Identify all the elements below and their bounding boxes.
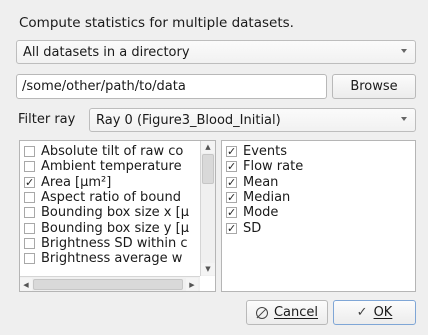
feature-item-label: Bounding box size y [µ bbox=[41, 220, 189, 236]
checkbox[interactable] bbox=[24, 207, 35, 219]
directory-path-value: /some/other/path/to/data bbox=[22, 79, 186, 94]
feature-list-horizontal-thumb[interactable] bbox=[33, 279, 183, 290]
statistic-item-label: Mean bbox=[243, 174, 279, 190]
feature-item-label: Area [µm²] bbox=[41, 174, 112, 190]
checkbox[interactable] bbox=[24, 191, 35, 203]
checkbox[interactable] bbox=[24, 253, 35, 265]
feature-item-label: Aspect ratio of bound bbox=[41, 189, 181, 205]
cancel-button[interactable]: Cancel bbox=[246, 300, 328, 325]
cancel-circle-icon bbox=[255, 306, 268, 319]
feature-item[interactable]: Brightness average w bbox=[24, 251, 182, 266]
checkbox[interactable] bbox=[24, 237, 35, 249]
statistics-list-viewport: EventsFlow rateMeanMedianModeSD bbox=[226, 141, 414, 291]
checkbox[interactable] bbox=[24, 146, 35, 157]
chevron-down-icon bbox=[401, 49, 407, 53]
feature-item-label: Bounding box size x [µ bbox=[41, 205, 189, 221]
dialog-heading: Compute statistics for multiple datasets… bbox=[19, 15, 294, 31]
statistics-list[interactable]: EventsFlow rateMeanMedianModeSD bbox=[221, 140, 416, 292]
scroll-up-arrow-icon[interactable]: ▲ bbox=[201, 141, 215, 153]
statistic-item-label: Events bbox=[243, 144, 288, 159]
checkbox[interactable] bbox=[24, 161, 35, 173]
checkbox[interactable] bbox=[24, 176, 35, 188]
statistic-item[interactable]: Median bbox=[226, 190, 290, 205]
checkbox[interactable] bbox=[24, 222, 35, 234]
statistic-item[interactable]: Mean bbox=[226, 175, 278, 190]
checkbox[interactable] bbox=[226, 176, 237, 188]
browse-button-label: Browse bbox=[350, 79, 398, 94]
checkbox[interactable] bbox=[226, 222, 237, 234]
checkbox[interactable] bbox=[226, 207, 237, 219]
scroll-left-arrow-icon[interactable]: ◀ bbox=[20, 278, 32, 291]
scroll-right-arrow-icon[interactable]: ▶ bbox=[186, 278, 198, 291]
filter-ray-label: Filter ray bbox=[18, 112, 76, 127]
statistic-item[interactable]: Flow rate bbox=[226, 159, 303, 174]
checkbox[interactable] bbox=[226, 191, 237, 203]
dataset-source-select[interactable]: All datasets in a directory bbox=[16, 40, 416, 64]
cancel-button-label: Cancel bbox=[273, 305, 319, 320]
checkbox[interactable] bbox=[226, 146, 237, 157]
filter-ray-select[interactable]: Ray 0 (Figure3_Blood_Initial) bbox=[89, 108, 416, 132]
chevron-down-icon bbox=[401, 117, 407, 121]
statistic-item-label: Mode bbox=[243, 205, 279, 221]
feature-list-vertical-scrollbar[interactable]: ▲ ▼ bbox=[200, 141, 215, 276]
feature-item[interactable]: Absolute tilt of raw co bbox=[24, 144, 183, 159]
dataset-source-value: All datasets in a directory bbox=[23, 44, 190, 60]
ok-button[interactable]: ✓ OK bbox=[333, 300, 416, 325]
feature-list-horizontal-scrollbar[interactable]: ◀ ▶ bbox=[20, 276, 200, 291]
feature-item-label: Absolute tilt of raw co bbox=[41, 144, 184, 159]
feature-item[interactable]: Aspect ratio of bound bbox=[24, 190, 181, 205]
feature-list-viewport: Absolute tilt of raw co Ambient temperatu… bbox=[24, 141, 200, 276]
feature-item[interactable]: Bounding box size y [µ bbox=[24, 221, 189, 236]
feature-item-label: Brightness SD within c bbox=[41, 235, 188, 251]
statistic-item[interactable]: Mode bbox=[226, 205, 278, 220]
directory-path-input[interactable]: /some/other/path/to/data bbox=[16, 74, 327, 99]
feature-list-vertical-thumb[interactable] bbox=[202, 154, 214, 184]
checkbox[interactable] bbox=[226, 161, 237, 173]
feature-item[interactable]: Area [µm²] bbox=[24, 175, 111, 190]
statistic-item-label: Flow rate bbox=[243, 159, 304, 175]
statistic-item-label: Median bbox=[243, 189, 291, 205]
feature-item[interactable]: Ambient temperature bbox=[24, 159, 182, 174]
browse-button[interactable]: Browse bbox=[332, 74, 416, 99]
scroll-down-arrow-icon[interactable]: ▼ bbox=[201, 263, 215, 275]
feature-item[interactable]: Brightness SD within c bbox=[24, 236, 188, 251]
filter-ray-value: Ray 0 (Figure3_Blood_Initial) bbox=[96, 112, 281, 128]
feature-item-label: Brightness average w bbox=[41, 251, 183, 267]
checkmark-icon: ✓ bbox=[356, 305, 368, 320]
ok-button-label: OK bbox=[373, 305, 393, 320]
statistic-item[interactable]: Events bbox=[226, 144, 287, 159]
feature-item-label: Ambient temperature bbox=[41, 159, 182, 175]
feature-item[interactable]: Bounding box size x [µ bbox=[24, 205, 189, 220]
statistic-item[interactable]: SD bbox=[226, 221, 261, 236]
feature-list[interactable]: Absolute tilt of raw co Ambient temperatu… bbox=[19, 140, 216, 292]
statistic-item-label: SD bbox=[243, 220, 262, 236]
